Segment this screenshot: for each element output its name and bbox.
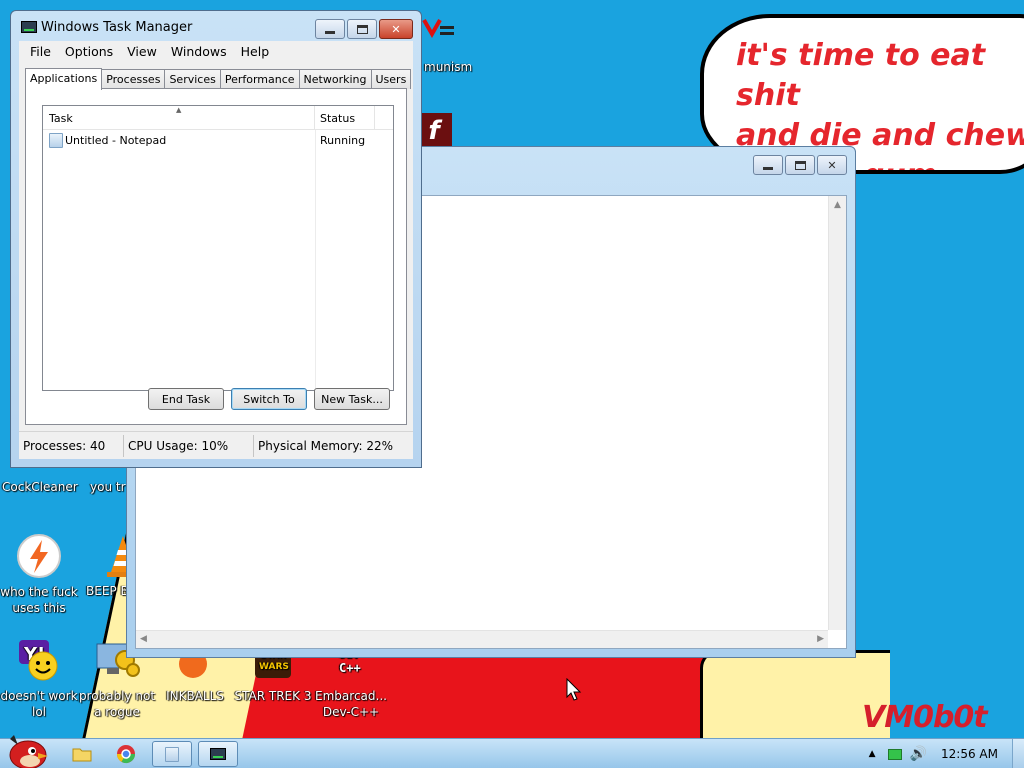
tab-services[interactable]: Services (164, 69, 221, 89)
desktop-icon-label: who the fuck uses this (0, 585, 78, 615)
desktop-icon-avast[interactable]: who the fuck uses this (0, 532, 78, 616)
taskbar: ▲ 🔊 12:56 AM (0, 735, 1024, 768)
mouse-cursor-icon (566, 677, 582, 705)
tab-performance[interactable]: Performance (219, 69, 300, 89)
system-tray: ▲ 🔊 12:56 AM (869, 739, 1024, 768)
column-header-status[interactable]: Status (315, 106, 375, 129)
status-physical-memory: Physical Memory: 22% (258, 438, 394, 453)
task-manager-body: File Options View Windows Help Applicati… (19, 41, 413, 459)
yahoo-smiley-icon: Y! (15, 636, 63, 684)
notepad-icon (165, 746, 179, 762)
close-icon: ✕ (391, 22, 401, 36)
task-list[interactable]: ▲ Task Status Untitled - Notepad Running (42, 105, 394, 391)
scroll-up-icon[interactable]: ▲ (834, 200, 841, 210)
volume-icon[interactable]: 🔊 (910, 746, 927, 762)
svg-text:WARS: WARS (259, 662, 289, 672)
minimize-icon (763, 166, 773, 170)
network-icon[interactable] (887, 748, 902, 760)
tab-networking[interactable]: Networking (298, 69, 372, 89)
desktop-icon-label: probably not a rogue (78, 689, 156, 719)
sort-ascending-icon: ▲ (176, 106, 182, 114)
desktop-icon-label-partial[interactable]: you tr (90, 480, 126, 494)
horizontal-scrollbar[interactable]: ◀ ▶ (136, 630, 828, 648)
applications-panel: ▲ Task Status Untitled - Notepad Running… (25, 88, 407, 425)
clock[interactable]: 12:56 AM (941, 747, 998, 761)
menu-options[interactable]: Options (58, 44, 120, 59)
folder-icon (72, 748, 92, 762)
chrome-icon (117, 745, 135, 764)
desktop-icon-label-partial[interactable]: munism (424, 60, 472, 74)
desktop-icon-label: Embarcad... Dev-C++ (315, 689, 387, 719)
minimize-button[interactable] (753, 155, 783, 175)
desktop-icon-label-partial[interactable]: BEEP B (86, 584, 129, 598)
maximize-button[interactable] (785, 155, 815, 175)
task-manager-app-icon (21, 21, 37, 33)
status-processes: Processes: 40 (19, 434, 124, 457)
task-name: Untitled - Notepad (65, 133, 167, 147)
start-button[interactable] (4, 731, 50, 768)
taskbar-task-manager-button[interactable] (198, 741, 238, 767)
notepad-caption-buttons: ✕ (753, 155, 847, 175)
task-manager-icon (210, 748, 226, 760)
tab-strip: Applications Processes Services Performa… (25, 67, 412, 90)
menu-help[interactable]: Help (234, 44, 277, 59)
switch-to-button[interactable]: Switch To (231, 388, 307, 410)
column-divider (315, 130, 316, 390)
status-cpu-usage: CPU Usage: 10% (124, 434, 254, 457)
maximize-icon (356, 24, 368, 34)
close-button[interactable]: ✕ (817, 155, 847, 175)
desktop-icon-yahoo[interactable]: Y! doesn't work lol (0, 636, 78, 720)
caption-buttons: ✕ (315, 19, 413, 39)
list-header: ▲ Task Status (43, 106, 393, 130)
action-buttons: End Task Switch To New Task... (148, 388, 390, 410)
new-task-button[interactable]: New Task... (314, 388, 390, 410)
menu-file[interactable]: File (23, 44, 58, 59)
task-manager-window[interactable]: Windows Task Manager ✕ File Options View… (10, 10, 422, 468)
status-bar: Processes: 40 CPU Usage: 10% Physical Me… (19, 431, 413, 459)
desktop-icon-label: INKBALLS (166, 689, 224, 703)
communism-icon[interactable] (420, 16, 456, 44)
window-title: Windows Task Manager (41, 20, 193, 35)
menu-bar: File Options View Windows Help (19, 41, 413, 61)
wallpaper-signature: VM0b0t (862, 700, 988, 735)
desktop-icon-label: STAR TREK 3 (234, 689, 312, 703)
table-row[interactable]: Untitled - Notepad Running (43, 130, 393, 150)
tab-users[interactable]: Users (370, 69, 412, 89)
minimize-icon (325, 30, 335, 34)
vertical-scrollbar[interactable]: ▲ (828, 196, 846, 630)
taskbar-chrome-button[interactable] (106, 741, 146, 767)
tab-applications[interactable]: Applications (25, 68, 103, 90)
scroll-left-icon[interactable]: ◀ (140, 634, 147, 644)
maximize-icon (794, 160, 806, 170)
show-desktop-button[interactable] (1012, 739, 1024, 768)
menu-windows[interactable]: Windows (164, 44, 234, 59)
end-task-button[interactable]: End Task (148, 388, 224, 410)
lightning-icon (15, 532, 63, 580)
scroll-right-icon[interactable]: ▶ (817, 634, 824, 644)
svg-text:C++: C++ (339, 661, 361, 675)
close-button[interactable]: ✕ (379, 19, 413, 39)
menu-view[interactable]: View (120, 44, 164, 59)
desktop-icon-label: doesn't work lol (0, 689, 78, 719)
taskbar-explorer-button[interactable] (62, 741, 102, 767)
tab-processes[interactable]: Processes (101, 69, 166, 89)
notepad-icon (49, 132, 63, 148)
maximize-button[interactable] (347, 19, 377, 39)
task-status: Running (320, 133, 366, 147)
minimize-button[interactable] (315, 19, 345, 39)
task-cell: Untitled - Notepad (43, 132, 315, 148)
angry-bird-icon (9, 735, 48, 768)
show-hidden-icons-icon[interactable]: ▲ (869, 749, 876, 759)
taskbar-notepad-button[interactable] (152, 741, 192, 767)
desktop-icon-label-cockcleaner[interactable]: CockCleaner (2, 480, 78, 494)
close-icon: ✕ (827, 158, 837, 172)
